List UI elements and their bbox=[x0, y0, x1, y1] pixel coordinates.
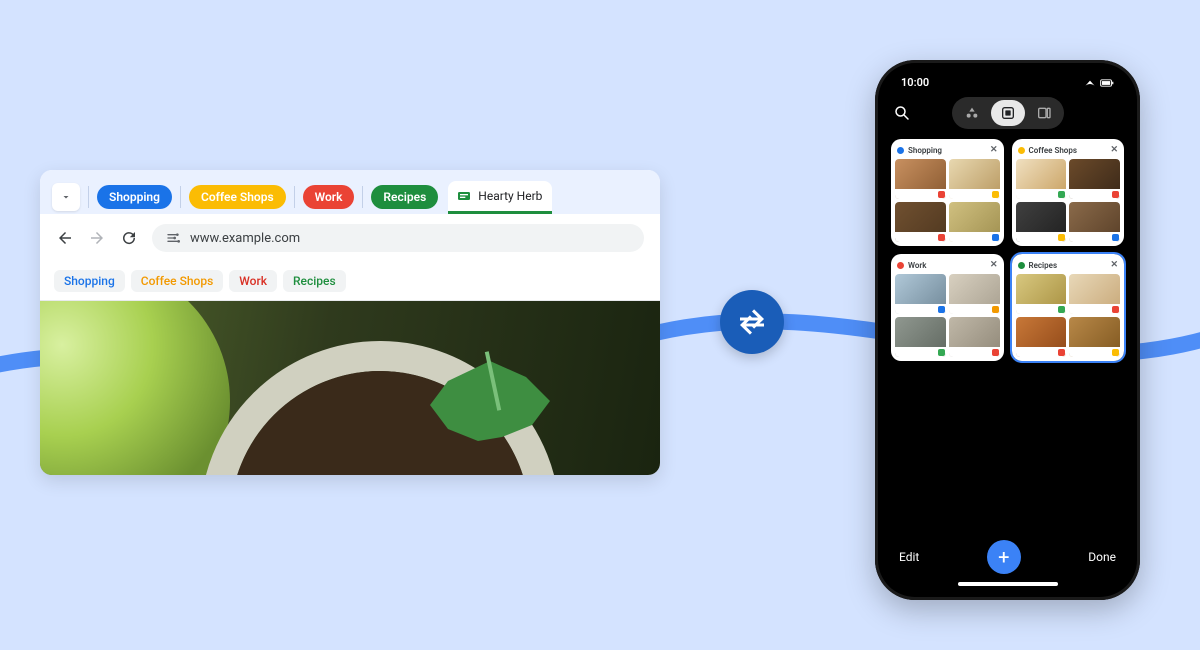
divider bbox=[180, 186, 181, 208]
status-bar: 10:00 bbox=[883, 68, 1132, 93]
bookmarks-bar: Shopping Coffee Shops Work Recipes bbox=[40, 262, 660, 301]
tab-type-segmented-control bbox=[952, 97, 1064, 129]
group-dot-icon bbox=[897, 147, 904, 154]
edit-button[interactable]: Edit bbox=[899, 550, 919, 564]
group-card-coffee-shops[interactable]: Coffee Shops ✕ bbox=[1012, 139, 1125, 246]
tab-thumbnail[interactable] bbox=[895, 159, 946, 199]
tab-strip: Shopping Coffee Shops Work Recipes Heart… bbox=[40, 170, 660, 214]
bookmark-shopping[interactable]: Shopping bbox=[54, 270, 125, 292]
tab-thumbnail[interactable] bbox=[1069, 202, 1120, 242]
tab-switcher-bottom-bar: Edit + Done bbox=[883, 532, 1132, 582]
reload-button[interactable] bbox=[120, 229, 138, 247]
desktop-browser-window: Shopping Coffee Shops Work Recipes Heart… bbox=[40, 170, 660, 475]
group-label: Coffee Shops bbox=[1029, 146, 1077, 155]
group-label: Work bbox=[908, 261, 927, 270]
group-label: Recipes bbox=[1029, 261, 1058, 270]
sync-icon bbox=[720, 290, 784, 354]
new-tab-button[interactable]: + bbox=[987, 540, 1021, 574]
tab-group-work[interactable]: Work bbox=[303, 185, 355, 209]
address-bar[interactable]: www.example.com bbox=[152, 224, 644, 252]
tab-thumbnail[interactable] bbox=[1016, 159, 1067, 199]
home-indicator[interactable] bbox=[958, 582, 1058, 586]
tab-group-recipes[interactable]: Recipes bbox=[371, 185, 438, 209]
url-text: www.example.com bbox=[190, 231, 300, 246]
tab-thumbnail[interactable] bbox=[1016, 317, 1067, 357]
close-icon[interactable]: ✕ bbox=[1110, 260, 1118, 270]
group-dot-icon bbox=[1018, 147, 1025, 154]
close-icon[interactable]: ✕ bbox=[990, 260, 998, 270]
tab-thumbnail[interactable] bbox=[949, 274, 1000, 314]
back-button[interactable] bbox=[56, 229, 74, 247]
forward-button[interactable] bbox=[88, 229, 106, 247]
segment-all-tabs[interactable] bbox=[1027, 100, 1061, 126]
favicon-icon bbox=[456, 188, 472, 204]
group-card-recipes[interactable]: Recipes ✕ bbox=[1012, 254, 1125, 361]
tab-thumbnail[interactable] bbox=[1069, 317, 1120, 357]
active-tab[interactable]: Hearty Herb bbox=[448, 181, 552, 214]
phone-screen: 10:00 bbox=[883, 68, 1132, 592]
divider bbox=[88, 186, 89, 208]
tab-thumbnail[interactable] bbox=[895, 317, 946, 357]
tab-thumbnail[interactable] bbox=[1016, 202, 1067, 242]
close-icon[interactable]: ✕ bbox=[990, 145, 998, 155]
tab-thumbnail[interactable] bbox=[1069, 274, 1120, 314]
tab-thumbnail[interactable] bbox=[949, 202, 1000, 242]
group-card-work[interactable]: Work ✕ bbox=[891, 254, 1004, 361]
group-dot-icon bbox=[1018, 262, 1025, 269]
tab-thumbnail[interactable] bbox=[1069, 159, 1120, 199]
bookmark-coffee-shops[interactable]: Coffee Shops bbox=[131, 270, 223, 292]
done-button[interactable]: Done bbox=[1088, 550, 1116, 564]
active-tab-label: Hearty Herb bbox=[478, 189, 542, 203]
tab-thumbnail[interactable] bbox=[895, 202, 946, 242]
tab-thumbnail[interactable] bbox=[1016, 274, 1067, 314]
bookmark-work[interactable]: Work bbox=[229, 270, 277, 292]
browser-toolbar: www.example.com bbox=[40, 214, 660, 262]
phone-frame: 10:00 bbox=[875, 60, 1140, 600]
page-content-hero-image bbox=[40, 301, 660, 475]
close-icon[interactable]: ✕ bbox=[1110, 145, 1118, 155]
tab-switcher-toolbar bbox=[883, 93, 1132, 133]
group-card-shopping[interactable]: Shopping ✕ bbox=[891, 139, 1004, 246]
tab-group-coffee-shops[interactable]: Coffee Shops bbox=[189, 185, 286, 209]
divider bbox=[294, 186, 295, 208]
tab-thumbnail[interactable] bbox=[949, 317, 1000, 357]
site-info-icon[interactable] bbox=[166, 230, 182, 246]
status-time: 10:00 bbox=[901, 76, 929, 89]
tab-group-shopping[interactable]: Shopping bbox=[97, 185, 172, 209]
tab-thumbnail[interactable] bbox=[895, 274, 946, 314]
tabs-dropdown-button[interactable] bbox=[52, 183, 80, 211]
search-icon[interactable] bbox=[893, 104, 911, 122]
group-dot-icon bbox=[897, 262, 904, 269]
group-label: Shopping bbox=[908, 146, 942, 155]
divider bbox=[362, 186, 363, 208]
tab-thumbnail[interactable] bbox=[949, 159, 1000, 199]
status-icons bbox=[1084, 78, 1114, 88]
bookmark-recipes[interactable]: Recipes bbox=[283, 270, 346, 292]
plus-icon: + bbox=[998, 545, 1009, 569]
segment-tab-groups[interactable] bbox=[991, 100, 1025, 126]
segment-incognito[interactable] bbox=[955, 100, 989, 126]
tab-groups-grid: Shopping ✕ Coffee Shops ✕ bbox=[883, 133, 1132, 532]
